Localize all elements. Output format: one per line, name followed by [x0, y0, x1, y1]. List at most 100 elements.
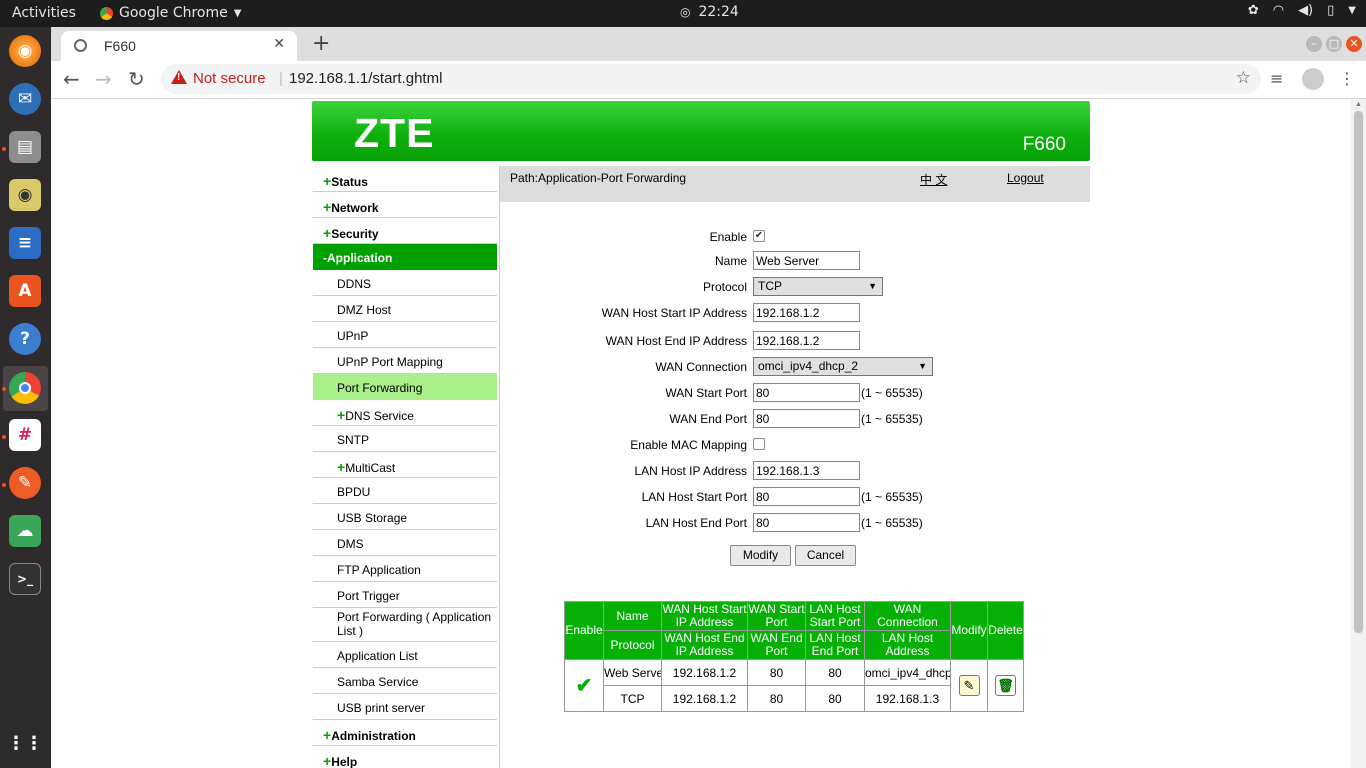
- menu-label: UPnP: [337, 329, 369, 343]
- menu-help[interactable]: +Help: [313, 746, 497, 768]
- menu-label: UPnP Port Mapping: [337, 355, 443, 369]
- writer-icon[interactable]: ≡: [9, 227, 41, 259]
- back-button[interactable]: ←: [63, 67, 80, 91]
- menu-port-forwarding[interactable]: Port Forwarding: [313, 374, 497, 400]
- wan-end-ip-input[interactable]: [753, 331, 860, 350]
- lan-ip-label: LAN Host IP Address: [634, 464, 748, 478]
- lan-ip-input[interactable]: [753, 461, 860, 480]
- wan-end-port-input[interactable]: [753, 409, 860, 428]
- menu-upnp[interactable]: UPnP: [313, 322, 497, 348]
- postman-icon[interactable]: ✎: [9, 467, 41, 499]
- name-input[interactable]: [753, 251, 860, 270]
- slack-icon[interactable]: #: [9, 419, 41, 451]
- language-link[interactable]: 中 文: [920, 171, 947, 188]
- lan-start-port-input[interactable]: [753, 487, 860, 506]
- menu-label: Network: [331, 201, 379, 215]
- menu-usb-storage[interactable]: USB Storage: [313, 504, 497, 530]
- menu-application-list[interactable]: Application List: [313, 642, 497, 668]
- menu-application[interactable]: -Application: [313, 244, 497, 270]
- minimize-button[interactable]: –: [1306, 36, 1322, 52]
- menu-network[interactable]: +Network: [313, 192, 497, 218]
- running-indicator: [2, 147, 6, 151]
- menu-label: Status: [331, 175, 368, 189]
- menu-samba-service[interactable]: Samba Service: [313, 668, 497, 694]
- scrollbar-thumb[interactable]: [1354, 111, 1363, 633]
- menu-security[interactable]: +Security: [313, 218, 497, 244]
- clock-time: 22:24: [698, 4, 739, 20]
- maximize-button[interactable]: □: [1326, 36, 1342, 52]
- lan-end-port-row: LAN Host End Port (1 ~ 65535): [500, 513, 1090, 535]
- mac-mapping-checkbox[interactable]: [753, 438, 765, 450]
- close-icon[interactable]: ✕: [273, 36, 285, 52]
- forward-button[interactable]: →: [95, 67, 112, 91]
- menu-status[interactable]: +Status: [313, 166, 497, 192]
- bookmark-star-icon[interactable]: ☆: [1236, 68, 1251, 88]
- cancel-button[interactable]: Cancel: [795, 545, 856, 566]
- help-icon[interactable]: ?: [9, 323, 41, 355]
- wan-start-port-label: WAN Start Port: [665, 386, 747, 400]
- cell-wan-connection: omci_ipv4_dhcp: [864, 659, 951, 686]
- system-tray[interactable]: ✿ ◠ ◀) ▯ ▼: [1248, 3, 1356, 18]
- show-apps-icon[interactable]: ⋮⋮: [7, 727, 43, 759]
- name-label: Name: [714, 254, 747, 268]
- breadcrumb: Path:Application-Port Forwarding: [510, 171, 687, 185]
- firefox-icon[interactable]: ◉: [9, 35, 41, 67]
- menu-label: Application List: [337, 649, 418, 663]
- lan-start-port-row: LAN Host Start Port (1 ~ 65535): [500, 487, 1090, 509]
- vpn-icon[interactable]: ☁: [9, 515, 41, 547]
- menu-upnp-port-mapping[interactable]: UPnP Port Mapping: [313, 348, 497, 374]
- col-wan-start-port: WAN Start Port: [747, 601, 806, 631]
- software-center-icon[interactable]: A: [9, 275, 41, 307]
- logout-link[interactable]: Logout: [1007, 171, 1044, 185]
- terminal-icon[interactable]: >_: [9, 563, 41, 595]
- cell-wan-end-ip: 192.168.1.2: [661, 685, 748, 712]
- browser-tab[interactable]: F660 ✕: [61, 31, 297, 61]
- files-icon[interactable]: ▤: [9, 131, 41, 163]
- wan-start-ip-input[interactable]: [753, 303, 860, 322]
- clock[interactable]: ◎ 22:24: [680, 4, 739, 20]
- address-bar[interactable]: Not secure | 192.168.1.1/start.ghtml ☆: [161, 64, 1261, 94]
- protocol-select[interactable]: TCP ▼: [753, 277, 883, 296]
- model-name: F660: [1022, 134, 1066, 155]
- window-close-button[interactable]: ✕: [1346, 36, 1362, 52]
- lan-end-port-input[interactable]: [753, 513, 860, 532]
- page-scrollbar[interactable]: ▲: [1351, 99, 1366, 768]
- menu-sntp[interactable]: SNTP: [313, 426, 497, 452]
- new-tab-button[interactable]: +: [312, 31, 330, 56]
- reading-list-icon[interactable]: ≡: [1270, 69, 1283, 88]
- menu-bpdu[interactable]: BPDU: [313, 478, 497, 504]
- col-wan-end-ip: WAN Host End IP Address: [661, 630, 748, 660]
- profile-avatar[interactable]: [1302, 68, 1324, 90]
- menu-dms[interactable]: DMS: [313, 530, 497, 556]
- wan-connection-select[interactable]: omci_ipv4_dhcp_2 ▼: [753, 357, 933, 376]
- rhythmbox-icon[interactable]: ◉: [9, 179, 41, 211]
- wan-start-port-input[interactable]: [753, 383, 860, 402]
- edit-icon[interactable]: ✎: [958, 675, 980, 696]
- menu-administration[interactable]: +Administration: [313, 720, 497, 746]
- menu-port-trigger[interactable]: Port Trigger: [313, 582, 497, 608]
- chrome-icon[interactable]: [9, 372, 41, 404]
- enable-checkbox[interactable]: ✔: [753, 230, 765, 242]
- menu-ddns[interactable]: DDNS: [313, 270, 497, 296]
- menu-multicast[interactable]: +MultiCast: [313, 452, 497, 478]
- menu-dmz-host[interactable]: DMZ Host: [313, 296, 497, 322]
- wan-end-ip-row: WAN Host End IP Address: [500, 331, 1090, 353]
- trash-icon[interactable]: 🗑: [995, 675, 1016, 696]
- menu-ftp-application[interactable]: FTP Application: [313, 556, 497, 582]
- warning-icon: [171, 70, 187, 84]
- thunderbird-icon[interactable]: ✉: [9, 83, 41, 115]
- cell-name: Web Serve: [603, 659, 662, 686]
- url-text[interactable]: 192.168.1.1/start.ghtml: [289, 70, 442, 87]
- scroll-up-arrow-icon[interactable]: ▲: [1355, 101, 1362, 108]
- menu-pf-application-list[interactable]: Port Forwarding ( Application List ): [313, 608, 497, 642]
- menu-usb-print-server[interactable]: USB print server: [313, 694, 497, 720]
- security-status[interactable]: Not secure: [193, 70, 266, 87]
- menu-label: Application: [327, 251, 393, 265]
- activities-button[interactable]: Activities: [12, 5, 76, 21]
- reload-button[interactable]: ↻: [128, 67, 145, 91]
- menu-dns-service[interactable]: +DNS Service: [313, 400, 497, 426]
- app-menu[interactable]: Google Chrome ▼: [100, 5, 241, 21]
- wan-end-port-label: WAN End Port: [669, 412, 747, 426]
- modify-button[interactable]: Modify: [730, 545, 791, 566]
- menu-kebab-icon[interactable]: ⋮: [1339, 69, 1355, 88]
